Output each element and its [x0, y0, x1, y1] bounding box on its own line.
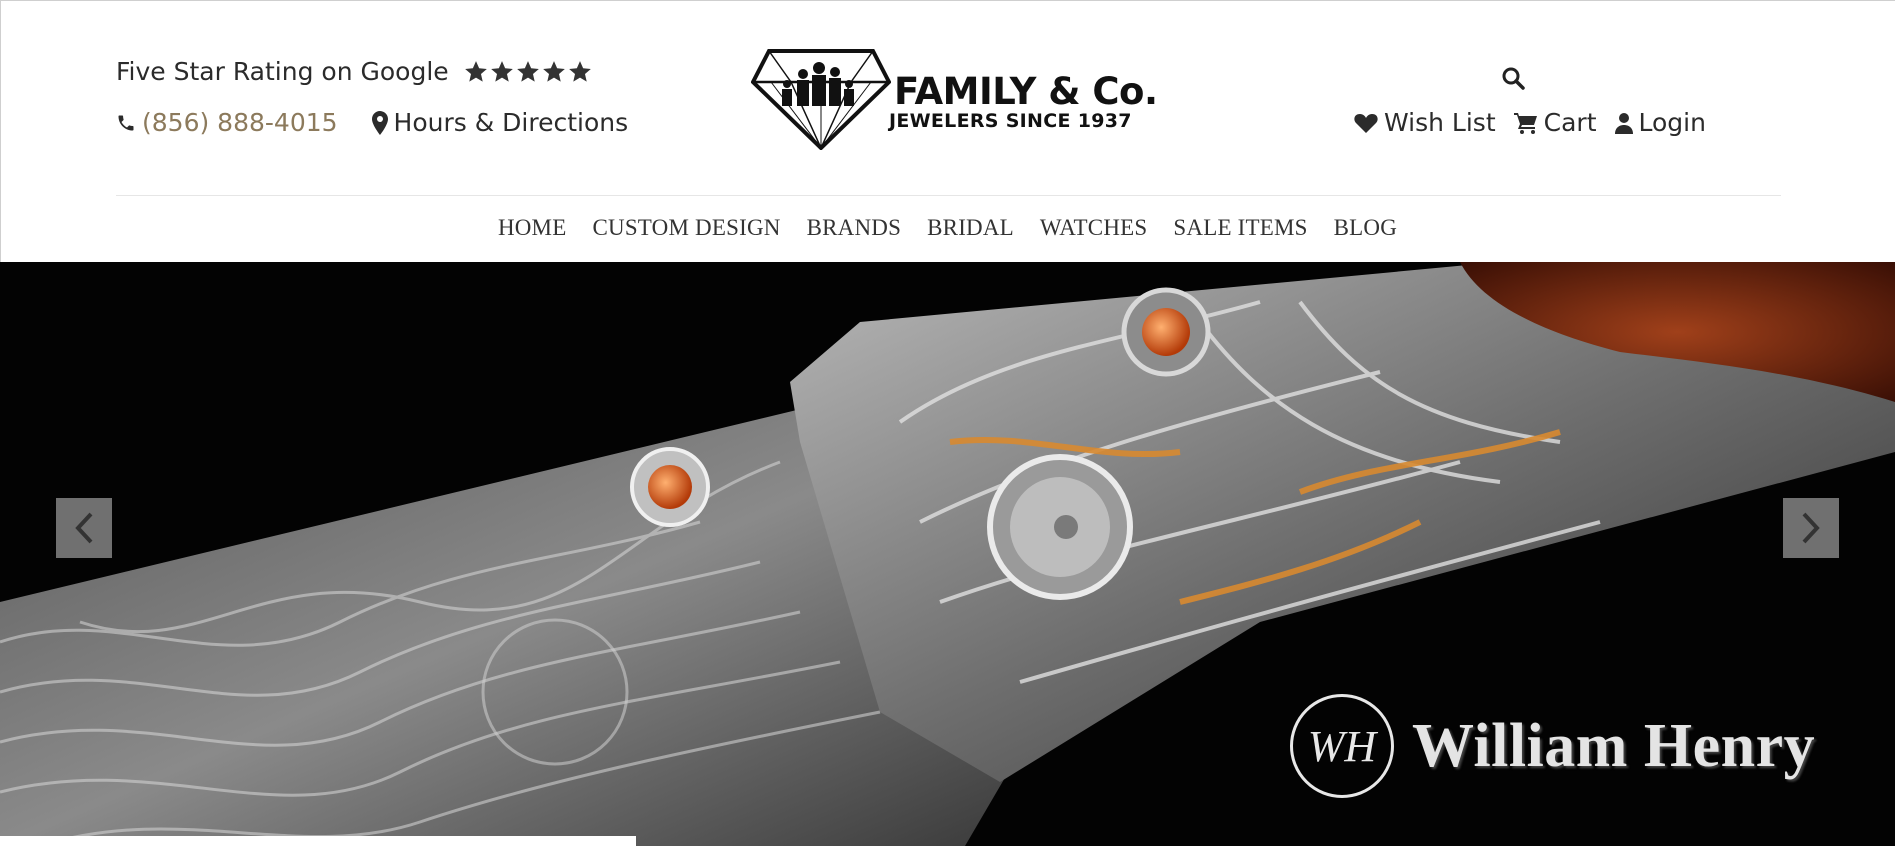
cart-label: Cart	[1543, 108, 1597, 137]
chevron-left-icon	[75, 512, 93, 544]
rating-stars	[463, 59, 593, 85]
phone-link[interactable]: (856) 888-4015	[116, 108, 338, 137]
main-nav: HOME CUSTOM DESIGN BRANDS BRIDAL WATCHES…	[1, 215, 1895, 241]
brand-monogram: WH	[1290, 694, 1394, 798]
nav-home[interactable]: HOME	[498, 215, 567, 241]
nav-watches[interactable]: WATCHES	[1040, 215, 1147, 241]
contact-bar: (856) 888-4015 Hours & Directions	[116, 108, 628, 137]
wishlist-link[interactable]: Wish List	[1354, 108, 1496, 137]
hero-slider: WH William Henry	[0, 262, 1895, 846]
star-icon	[516, 60, 539, 82]
bottom-panel-edge	[0, 836, 636, 846]
nav-blog[interactable]: BLOG	[1334, 215, 1397, 241]
chevron-right-icon	[1802, 512, 1820, 544]
cart-icon	[1513, 112, 1537, 134]
phone-number: (856) 888-4015	[142, 108, 338, 137]
logo-title: FAMILY & Co.	[894, 70, 1158, 113]
nav-custom-design[interactable]: CUSTOM DESIGN	[592, 215, 780, 241]
rating-text: Five Star Rating on Google	[116, 57, 449, 86]
star-icon	[568, 60, 591, 82]
nav-brands[interactable]: BRANDS	[807, 215, 902, 241]
search-icon[interactable]	[1501, 66, 1525, 90]
nav-bridal[interactable]: BRIDAL	[927, 215, 1014, 241]
heart-icon	[1354, 113, 1378, 133]
star-icon	[464, 60, 487, 82]
account-links: Wish List Cart Login	[1354, 108, 1724, 137]
star-icon	[490, 60, 513, 82]
google-rating[interactable]: Five Star Rating on Google	[116, 57, 593, 86]
logo-text: FAMILY & Co. JEWELERS SINCE 1937	[889, 70, 1158, 133]
logo-subtitle: JEWELERS SINCE 1937	[889, 110, 1132, 132]
diamond-family-icon	[751, 49, 891, 150]
nav-sale-items[interactable]: SALE ITEMS	[1173, 215, 1307, 241]
star-icon	[542, 60, 565, 82]
site-logo[interactable]: FAMILY & Co. JEWELERS SINCE 1937	[751, 48, 1158, 150]
header-divider	[116, 195, 1781, 196]
login-label: Login	[1638, 108, 1706, 137]
william-henry-brand[interactable]: WH William Henry	[1290, 694, 1815, 798]
login-link[interactable]: Login	[1614, 108, 1706, 137]
slider-next-button[interactable]	[1783, 498, 1839, 558]
wishlist-label: Wish List	[1384, 108, 1496, 137]
cart-link[interactable]: Cart	[1513, 108, 1597, 137]
phone-icon	[118, 115, 134, 130]
brand-name: William Henry	[1412, 711, 1816, 780]
site-header: Five Star Rating on Google (856) 888-401…	[0, 0, 1895, 262]
hours-label: Hours & Directions	[393, 108, 629, 137]
user-icon	[1614, 112, 1633, 134]
hours-directions-link[interactable]: Hours & Directions	[371, 108, 629, 137]
map-marker-icon	[371, 110, 388, 135]
slider-prev-button[interactable]	[56, 498, 112, 558]
